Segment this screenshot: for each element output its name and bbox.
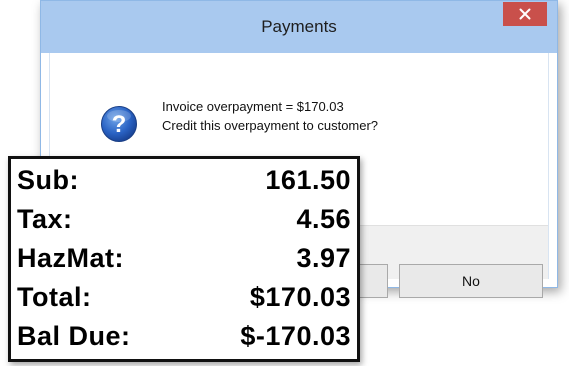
tax-value: 4.56 [296,204,351,234]
totals-row-balance-due: Bal Due: $-170.03 [17,317,351,356]
message-line-1: Invoice overpayment = $170.03 [162,99,344,114]
dialog-message: Invoice overpayment = $170.03 Credit thi… [162,97,378,135]
no-button[interactable]: No [399,264,543,298]
totals-panel: Sub: 161.50 Tax: 4.56 HazMat: 3.97 Total… [8,156,360,362]
dialog-titlebar[interactable]: Payments [41,1,557,53]
balance-due-value: $-170.03 [240,321,351,351]
totals-row-tax: Tax: 4.56 [17,200,351,239]
totals-row-total: Total: $170.03 [17,278,351,317]
totals-row-hazmat: HazMat: 3.97 [17,239,351,278]
message-line-2: Credit this overpayment to customer? [162,118,379,133]
total-value: $170.03 [249,282,351,312]
subtotal-value: 161.50 [265,165,351,195]
total-label: Total: [17,282,92,312]
svg-text:?: ? [112,111,127,138]
totals-row-subtotal: Sub: 161.50 [17,161,351,200]
hazmat-label: HazMat: [17,243,125,273]
dialog-title: Payments [261,17,337,36]
close-icon [519,8,531,20]
question-icon: ? [100,105,138,143]
balance-due-label: Bal Due: [17,321,131,351]
tax-label: Tax: [17,204,73,234]
hazmat-value: 3.97 [296,243,351,273]
subtotal-label: Sub: [17,165,79,195]
close-button[interactable] [503,2,547,26]
